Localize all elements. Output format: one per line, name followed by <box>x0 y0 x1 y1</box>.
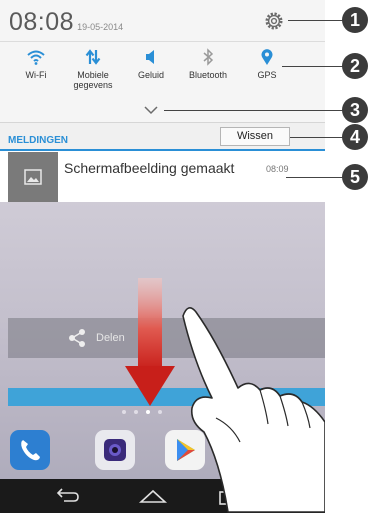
settings-gear-icon[interactable] <box>263 10 285 32</box>
toggle-bluetooth[interactable]: Bluetooth <box>178 46 238 80</box>
bluetooth-icon <box>178 46 238 68</box>
callout-line <box>282 66 344 67</box>
callout-line <box>290 137 344 138</box>
toggle-label: Wi-Fi <box>25 70 47 80</box>
toggle-gps[interactable]: GPS <box>237 46 297 80</box>
back-icon[interactable] <box>52 485 82 507</box>
notification-title: Schermafbeelding gemaakt <box>64 160 235 176</box>
page-dot <box>158 410 162 414</box>
hand-gesture-icon <box>182 307 325 513</box>
location-pin-icon <box>237 46 297 68</box>
callout-badge-4: 4 <box>342 124 368 150</box>
page-indicator <box>122 410 182 420</box>
notification-time: 08:09 <box>266 164 289 174</box>
accent-divider <box>0 149 325 151</box>
callout-line <box>164 110 344 111</box>
callout-badge-2: 2 <box>342 53 368 79</box>
toggle-label: Mobiele gegevens <box>73 70 113 90</box>
toggle-label: Bluetooth <box>188 70 228 80</box>
toggle-mobile-data[interactable]: Mobiele gegevens <box>63 46 123 90</box>
page-dot <box>134 410 138 414</box>
phone-app-icon[interactable] <box>10 430 50 470</box>
clock: 08:08 <box>9 8 75 36</box>
share-icon <box>69 329 85 347</box>
toggle-wifi[interactable]: Wi-Fi <box>6 46 66 80</box>
date: 19-05-2014 <box>77 22 124 32</box>
mobile-data-icon <box>63 46 123 68</box>
time-date: 08:08 19-05-2014 <box>9 6 123 36</box>
notifications-header: MELDINGEN Wissen <box>0 122 325 151</box>
phone-screen: 08:08 19-05-2014 Wi-Fi Mobiele gegevens … <box>0 0 325 513</box>
image-icon <box>8 152 58 202</box>
toggle-label: GPS <box>257 70 277 80</box>
page-dot-active <box>146 410 150 414</box>
notifications-label: MELDINGEN <box>8 135 68 146</box>
notification-panel-header: 08:08 19-05-2014 Wi-Fi Mobiele gegevens … <box>0 0 325 122</box>
swipe-down-arrow-icon <box>125 278 175 406</box>
quick-toggles: Wi-Fi Mobiele gegevens Geluid Bluetooth … <box>0 46 325 98</box>
notification-item[interactable]: Schermafbeelding gemaakt 08:09 <box>8 152 325 202</box>
wifi-icon <box>6 46 66 68</box>
callout-badge-3: 3 <box>342 97 368 123</box>
chevron-down-icon[interactable] <box>140 103 162 117</box>
toggle-sound[interactable]: Geluid <box>121 46 181 80</box>
camera-app-icon[interactable] <box>95 430 135 470</box>
toggle-label: Geluid <box>137 70 164 80</box>
divider <box>0 41 325 42</box>
share-label: Delen <box>96 332 125 344</box>
page-dot <box>122 410 126 414</box>
callout-line <box>286 177 344 178</box>
callout-line <box>288 20 344 21</box>
callout-badge-5: 5 <box>342 164 368 190</box>
callout-badge-1: 1 <box>342 7 368 33</box>
home-icon[interactable] <box>138 485 168 507</box>
clear-notifications-button[interactable]: Wissen <box>220 127 290 146</box>
sound-icon <box>121 46 181 68</box>
